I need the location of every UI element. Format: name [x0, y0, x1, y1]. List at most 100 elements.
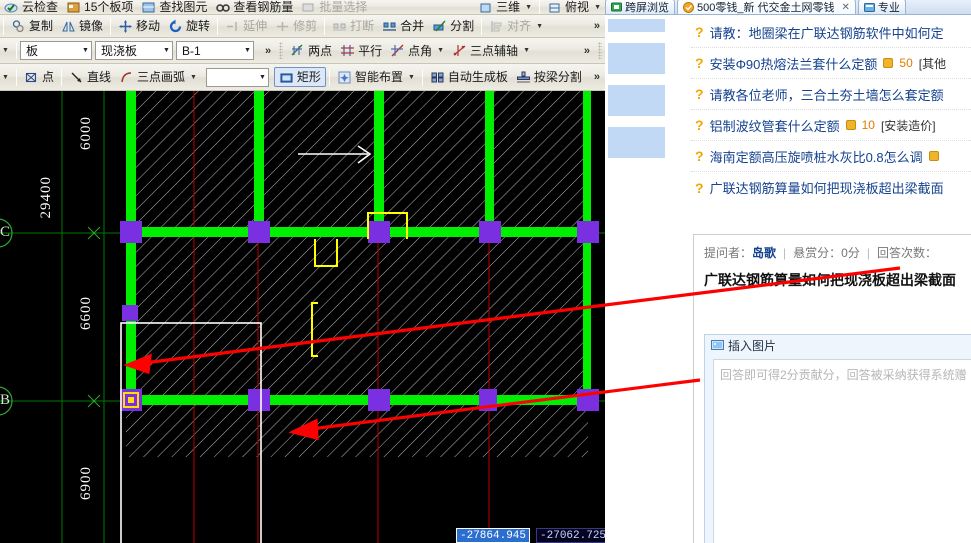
coordinate-x-field[interactable]: -27864.945 — [456, 528, 531, 543]
toolbar-item-align[interactable]: 对齐 ▼ — [485, 16, 547, 36]
toolbar-item-top-view[interactable]: 俯视 ▼ — [543, 0, 605, 14]
toolbar-item-label: 俯视 — [565, 0, 590, 14]
toolbar-item-auto-generate-slab[interactable]: 自动生成板 — [426, 67, 512, 87]
toolbar-grip[interactable] — [279, 42, 284, 59]
toolbar-item-cloud-check[interactable]: 云检查 — [0, 0, 62, 14]
question-bounty: 10 — [861, 118, 875, 132]
answer-editor[interactable]: 插入图片 回答即可得2分贡献分，回答被采纳获得系统赠 — [704, 334, 971, 543]
chevron-down-icon[interactable]: ▼ — [2, 74, 9, 81]
chevron-down-icon[interactable]: ▼ — [76, 47, 89, 54]
chevron-down-icon[interactable]: ▼ — [408, 74, 415, 81]
crossscreen-icon — [611, 2, 622, 13]
toolbar-item-break[interactable]: 打断 — [328, 16, 378, 36]
draw-mode-combo[interactable]: ▼ — [205, 67, 269, 87]
close-icon[interactable]: ✕ — [842, 2, 850, 13]
chevron-down-icon[interactable]: ▼ — [525, 4, 532, 11]
list-item[interactable]: ? 请教各位老师，三合土夯土墙怎么套定额 — [691, 79, 971, 110]
chevron-down-icon[interactable]: ▼ — [238, 47, 251, 54]
draw-overflow-button[interactable]: » — [589, 71, 605, 83]
toolbar-overflow-button[interactable]: » — [589, 20, 605, 32]
toolbar-item-split-by-beam[interactable]: 按梁分割 — [512, 67, 586, 87]
toolbar-item-label: 批量选择 — [319, 0, 368, 14]
toolbar-item-label: 镜像 — [79, 19, 104, 33]
toolbar-divider — [15, 68, 17, 86]
element-type-combo[interactable]: 板 ▼ — [19, 41, 92, 60]
properties-overflow-button[interactable]: » — [260, 45, 276, 57]
toolbar-item-find-element[interactable]: 查找图元 — [137, 0, 211, 14]
toolbar-item-three-point-arc[interactable]: 三点画弧 ▼ — [115, 67, 201, 87]
toolbar-item-rectangle[interactable]: 矩形 — [273, 67, 326, 87]
toolbar-item-merge[interactable]: 合并 — [378, 16, 428, 36]
toolbar-item-point-angle-axis[interactable]: 点角 ▼ — [386, 41, 448, 61]
auto-slab-icon — [430, 70, 445, 85]
element-subtype-combo[interactable]: 现浇板 ▼ — [94, 41, 173, 60]
chevron-down-icon[interactable]: ▼ — [594, 4, 601, 11]
list-item[interactable]: ? 安装Φ90热熔法兰套什么定额 50 [其他 — [691, 48, 971, 79]
toolbar-item-smart-layout[interactable]: 智能布置 ▼ — [333, 67, 419, 87]
toolbar-divider — [60, 68, 62, 86]
toolbar-item-extend[interactable]: 延伸 — [221, 16, 271, 36]
side-placeholder-2 — [608, 43, 665, 74]
toolbar-row-properties[interactable]: ▼ 板 ▼ 现浇板 ▼ B-1 ▼ » 两点 平行 点角 ▼ 三点辅轴 ▼ » — [0, 38, 605, 64]
toolbar-item-split[interactable]: 分割 — [428, 16, 478, 36]
chevron-down-icon[interactable]: ▼ — [523, 47, 530, 54]
toolbar-row-edit[interactable]: 复制 镜像 移动 旋转 延伸 修剪 打断 合并 分割 对齐 ▼ » — [0, 15, 605, 38]
browser-tab-extra[interactable]: 专业 — [857, 0, 906, 14]
split-icon — [432, 19, 447, 34]
question-title-link[interactable]: 铝制波纹管套什么定额 — [710, 116, 840, 135]
insert-image-icon[interactable] — [711, 339, 724, 352]
three-point-aux-axis-icon — [452, 43, 467, 58]
insert-image-label[interactable]: 插入图片 — [728, 337, 776, 354]
answer-textarea[interactable]: 回答即可得2分贡献分，回答被采纳获得系统赠 — [713, 359, 971, 543]
browser-tab-active[interactable]: 500零钱_新 代交金土网零钱 ✕ — [677, 0, 856, 14]
question-title-link[interactable]: 请教：地圈梁在广联达钢筋软件中如何定 — [710, 23, 944, 42]
coordinate-y-field[interactable]: -27062.725 — [536, 528, 605, 543]
status-coordinates[interactable]: -27864.945 -27062.725 — [456, 528, 605, 543]
chevron-down-icon[interactable]: ▼ — [536, 23, 543, 30]
toolbar-item-parallel-axis[interactable]: 平行 — [336, 41, 386, 61]
question-title-link[interactable]: 请教各位老师，三合土夯土墙怎么套定额 — [710, 85, 944, 104]
chevron-down-icon[interactable]: ▼ — [190, 74, 197, 81]
dimension-text-6000: 6000 — [78, 116, 94, 150]
question-title-link[interactable]: 广联达钢筋算量如何把现浇板超出梁截面 — [710, 178, 944, 197]
question-mark-icon: ? — [695, 86, 704, 102]
browser-tab-strip[interactable]: 跨屏浏览 500零钱_新 代交金土网零钱 ✕ 专业 — [605, 0, 971, 15]
toolbar-item-copy[interactable]: 复制 — [7, 16, 57, 36]
toolbar-item-three-point-aux-axis[interactable]: 三点辅轴 ▼ — [448, 41, 534, 61]
chevron-down-icon[interactable]: ▼ — [157, 47, 170, 54]
chevron-down-icon[interactable]: ▼ — [2, 47, 9, 54]
toolbar-item-3d-view[interactable]: 三维 ▼ — [474, 0, 536, 14]
list-item[interactable]: ? 请教：地圈梁在广联达钢筋软件中如何定 — [691, 17, 971, 48]
question-mark-icon: ? — [695, 179, 704, 196]
browser-tab-crossscreen[interactable]: 跨屏浏览 — [605, 0, 675, 14]
element-name-combo[interactable]: B-1 ▼ — [175, 41, 254, 60]
list-item[interactable]: ? 海南定额高压旋喷桩水灰比0.8怎么调 — [691, 141, 971, 172]
toolbar-item-label: 旋转 — [186, 19, 211, 33]
browser-tab-label: 500零钱_新 代交金土网零钱 — [697, 2, 835, 14]
toolbar-item-two-point-axis[interactable]: 两点 — [286, 41, 336, 61]
toolbar-item-view-rebar-qty[interactable]: 查看钢筋量 — [211, 0, 297, 14]
axis-overflow-button[interactable]: » — [579, 45, 595, 57]
list-item[interactable]: ? 广联达钢筋算量如何把现浇板超出梁截面 — [691, 172, 971, 203]
list-item[interactable]: ? 铝制波纹管套什么定额 10 [安装造价] — [691, 110, 971, 141]
toolbar-item-trim[interactable]: 修剪 — [271, 16, 321, 36]
toolbar-item-layer-count[interactable]: 15个板项 — [62, 0, 137, 14]
question-title-link[interactable]: 安装Φ90热熔法兰套什么定额 — [710, 54, 878, 73]
asker-name[interactable]: 岛歌 — [752, 246, 776, 260]
toolbar-item-line[interactable]: 直线 — [65, 67, 115, 87]
toolbar-item-point[interactable]: 点 — [20, 67, 58, 87]
toolbar-item-rotate[interactable]: 旋转 — [164, 16, 214, 36]
toolbar-item-mirror[interactable]: 镜像 — [57, 16, 107, 36]
toolbar-item-move[interactable]: 移动 — [114, 16, 164, 36]
toolbar-item-batch-select[interactable]: 批量选择 — [297, 0, 371, 14]
toolbar-grip[interactable] — [598, 42, 602, 59]
chevron-down-icon[interactable]: ▼ — [253, 74, 266, 81]
question-title-link[interactable]: 海南定额高压旋喷桩水灰比0.8怎么调 — [710, 147, 923, 166]
toolbar-row-top[interactable]: 云检查 15个板项 查找图元 查看钢筋量 批量选择 三维 ▼ 俯视 ▼ — [0, 0, 605, 15]
answer-editor-toolbar[interactable]: 插入图片 — [705, 335, 971, 355]
chevron-down-icon[interactable]: ▼ — [437, 47, 444, 54]
toolbar-row-draw[interactable]: ▼ 点 直线 三点画弧 ▼ ▼ 矩形 智能布置 ▼ 自动生成板 按梁分割 » — [0, 64, 605, 91]
cad-canvas[interactable]: 29400 6000 6600 6900 C B -27864.945 -270… — [0, 91, 605, 543]
question-bounty: 50 — [899, 56, 913, 70]
find-element-icon — [141, 0, 156, 14]
